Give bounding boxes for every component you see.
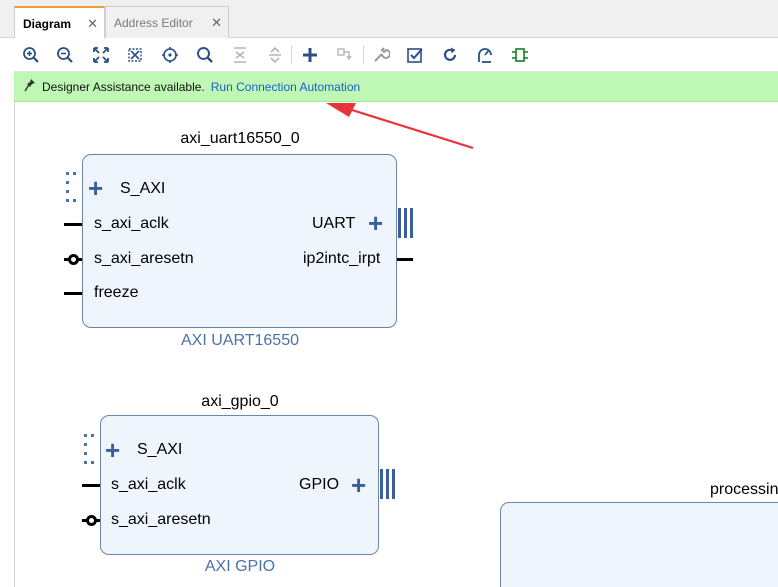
close-icon[interactable]: ✕: [211, 15, 222, 31]
pin-icon: [24, 78, 36, 95]
diagram-toolbar: [14, 38, 778, 72]
gpio-block-type: AXI GPIO: [204, 558, 276, 575]
port-gpio[interactable]: GPIO: [299, 476, 339, 494]
designer-assistance-banner: Designer Assistance available. Run Conne…: [14, 72, 778, 102]
properties-icon[interactable]: [370, 44, 392, 66]
center-icon[interactable]: [159, 44, 181, 66]
bus-line: [404, 208, 407, 238]
expand-interface-icon[interactable]: +: [105, 437, 120, 463]
tab-diagram[interactable]: Diagram ✕: [14, 6, 105, 39]
port-s-axi[interactable]: S_AXI: [137, 441, 182, 459]
bus-line: [410, 208, 413, 238]
active-low-pin-icon: [68, 254, 79, 265]
processing-system-block[interactable]: [500, 502, 778, 587]
bus-interface-icon: [84, 434, 96, 464]
optimize-icon[interactable]: [474, 44, 496, 66]
bus-line: [398, 208, 401, 238]
run-connection-automation-link[interactable]: Run Connection Automation: [211, 80, 360, 94]
bus-line: [392, 469, 395, 499]
port-s-axi[interactable]: S_AXI: [120, 180, 165, 198]
pin-line: [64, 223, 82, 226]
bus-interface-icon: [66, 172, 78, 202]
zoom-out-icon[interactable]: [54, 44, 76, 66]
port-s-axi-aclk[interactable]: s_axi_aclk: [111, 476, 186, 494]
expand-icon[interactable]: [264, 44, 286, 66]
zoom-fit-icon[interactable]: [90, 44, 112, 66]
bus-line: [386, 469, 389, 499]
collapse-icon[interactable]: [229, 44, 251, 66]
ps-instance-name: processin: [710, 481, 778, 498]
tab-diagram-label: Diagram: [23, 16, 72, 31]
bus-line: [380, 469, 383, 499]
uart-instance-name: axi_uart16550_0: [180, 130, 300, 147]
expand-interface-icon[interactable]: +: [368, 210, 383, 236]
port-s-axi-aresetn[interactable]: s_axi_aresetn: [94, 250, 194, 268]
regenerate-icon[interactable]: [439, 44, 461, 66]
uart-block-type: AXI UART16550: [181, 332, 299, 349]
pin-line: [64, 292, 82, 295]
make-connection-icon[interactable]: [334, 44, 356, 66]
zoom-in-icon[interactable]: [20, 44, 42, 66]
tab-address-editor[interactable]: Address Editor ✕: [105, 6, 229, 38]
fit-selection-icon[interactable]: [124, 44, 146, 66]
expand-interface-icon[interactable]: +: [88, 175, 103, 201]
toolbar-separator: [291, 46, 292, 64]
validate-icon[interactable]: [404, 44, 426, 66]
port-uart[interactable]: UART: [312, 215, 355, 233]
port-ip2intc-irpt[interactable]: ip2intc_irpt: [303, 250, 380, 268]
pin-line: [397, 258, 413, 261]
tab-bar: Diagram ✕ Address Editor ✕: [0, 0, 778, 39]
gpio-instance-name: axi_gpio_0: [201, 393, 279, 410]
close-icon[interactable]: ✕: [87, 16, 98, 32]
port-s-axi-aresetn[interactable]: s_axi_aresetn: [111, 511, 211, 529]
search-icon[interactable]: [194, 44, 216, 66]
banner-message: Designer Assistance available.: [42, 79, 205, 94]
add-ip-icon[interactable]: [299, 44, 321, 66]
pin-line: [82, 484, 100, 487]
active-low-pin-icon: [86, 515, 97, 526]
port-freeze[interactable]: freeze: [94, 284, 138, 302]
port-s-axi-aclk[interactable]: s_axi_aclk: [94, 215, 169, 233]
expand-interface-icon[interactable]: +: [351, 472, 366, 498]
layout-icon[interactable]: [509, 44, 531, 66]
toolbar-separator: [363, 46, 364, 64]
tab-address-editor-label: Address Editor: [114, 15, 193, 30]
